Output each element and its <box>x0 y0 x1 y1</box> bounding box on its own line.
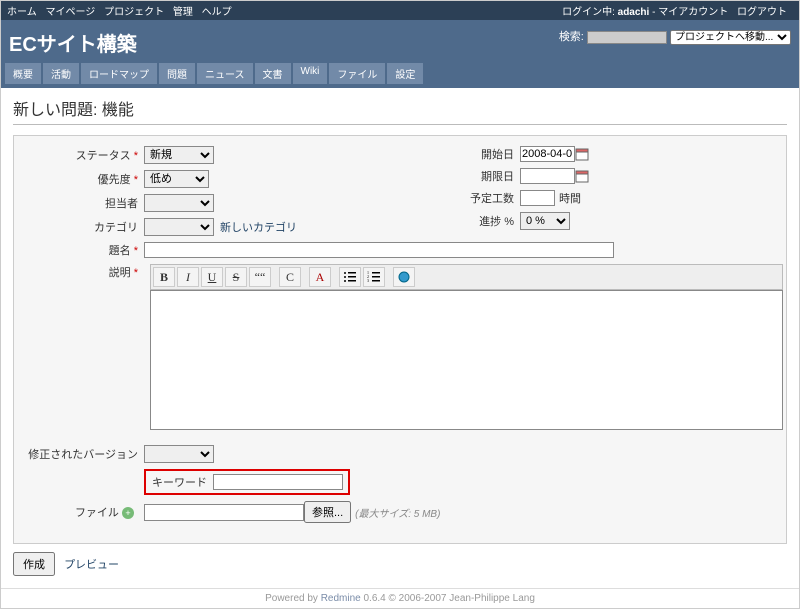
bold-button[interactable]: B <box>153 267 175 287</box>
hours-suffix: 時間 <box>559 190 581 206</box>
new-category-link[interactable]: 新しいカテゴリ <box>220 219 297 235</box>
assignee-label: 担当者 <box>24 195 144 211</box>
nav-myaccount[interactable]: マイアカウント <box>658 7 728 18</box>
code-button[interactable]: C <box>279 267 301 287</box>
status-label: ステータス * <box>24 147 144 163</box>
due-date-label: 期限日 <box>400 168 520 184</box>
keyword-highlight: キーワード <box>144 469 350 495</box>
nav-admin[interactable]: 管理 <box>173 7 193 18</box>
svg-text:3: 3 <box>367 278 369 283</box>
editor-toolbar: B I U S ““ C A 123 <box>150 264 783 290</box>
estimated-hours-label: 予定工数 <box>400 190 520 206</box>
priority-label: 優先度 * <box>24 171 144 187</box>
submit-button[interactable]: 作成 <box>13 552 55 576</box>
done-ratio-label: 進捗 % <box>400 213 520 229</box>
fixed-version-select[interactable] <box>144 445 214 463</box>
start-date-input[interactable] <box>520 146 575 162</box>
nav-home[interactable]: ホーム <box>7 7 37 18</box>
quote-button[interactable]: ““ <box>249 267 271 287</box>
fixed-version-label: 修正されたバージョン <box>24 446 144 462</box>
description-textarea[interactable] <box>150 290 783 430</box>
tab-files[interactable]: ファイル <box>329 63 385 84</box>
search-label: 検索: <box>559 31 584 43</box>
nav-mypage[interactable]: マイページ <box>45 7 95 18</box>
redmine-link[interactable]: Redmine <box>321 593 361 604</box>
login-prefix: ログイン中: <box>562 7 615 18</box>
status-select[interactable]: 新規 <box>144 146 214 164</box>
search-input[interactable] <box>587 31 667 44</box>
tab-wiki[interactable]: Wiki <box>293 63 328 84</box>
keyword-label: キーワード <box>151 474 213 490</box>
add-file-icon[interactable]: + <box>122 507 134 519</box>
calendar-icon[interactable] <box>575 147 589 161</box>
header: ECサイト構築 検索: プロジェクトへ移動... <box>1 20 799 63</box>
tab-issues[interactable]: 問題 <box>159 63 195 84</box>
ul-button[interactable] <box>339 267 361 287</box>
priority-select[interactable]: 低め <box>144 170 209 188</box>
page-heading: 新しい問題: 機能 <box>13 96 787 125</box>
nav-help[interactable]: ヘルプ <box>202 7 232 18</box>
file-size-hint: (最大サイズ: 5 MB) <box>355 505 440 520</box>
start-date-label: 開始日 <box>400 146 520 162</box>
file-label: ファイル + <box>24 504 144 520</box>
nav-projects[interactable]: プロジェクト <box>104 7 164 18</box>
calendar-icon[interactable] <box>575 169 589 183</box>
issue-form-box: ステータス * 新規 優先度 * 低め 担当者 カテゴリ 新しいカテゴリ <box>13 135 787 544</box>
due-date-input[interactable] <box>520 168 575 184</box>
top-menu: ホーム マイページ プロジェクト 管理 ヘルプ ログイン中: adachi - … <box>1 1 799 20</box>
tab-activity[interactable]: 活動 <box>43 63 79 84</box>
file-path-input[interactable] <box>144 504 304 521</box>
italic-button[interactable]: I <box>177 267 199 287</box>
assignee-select[interactable] <box>144 194 214 212</box>
browse-button[interactable]: 参照... <box>304 501 351 523</box>
login-user: adachi <box>618 7 650 18</box>
subject-label: 題名 * <box>24 242 144 258</box>
category-label: カテゴリ <box>24 219 144 235</box>
project-jump-select[interactable]: プロジェクトへ移動... <box>670 30 791 45</box>
link-button[interactable] <box>393 267 415 287</box>
footer: Powered by Redmine 0.6.4 © 2006-2007 Jea… <box>1 588 799 608</box>
keyword-input[interactable] <box>213 474 343 490</box>
tab-news[interactable]: ニュース <box>197 63 253 84</box>
tab-roadmap[interactable]: ロードマップ <box>81 63 157 84</box>
color-button[interactable]: A <box>309 267 331 287</box>
done-ratio-select[interactable]: 0 % <box>520 212 570 230</box>
tab-settings[interactable]: 設定 <box>387 63 423 84</box>
nav-logout[interactable]: ログアウト <box>737 7 787 18</box>
strike-button[interactable]: S <box>225 267 247 287</box>
estimated-hours-input[interactable] <box>520 190 555 206</box>
subject-input[interactable] <box>144 242 614 258</box>
ol-button[interactable]: 123 <box>363 267 385 287</box>
category-select[interactable] <box>144 218 214 236</box>
tab-documents[interactable]: 文書 <box>255 63 291 84</box>
underline-button[interactable]: U <box>201 267 223 287</box>
description-label: 説明 * <box>24 264 144 280</box>
project-title: ECサイト構築 <box>9 24 137 63</box>
preview-link[interactable]: プレビュー <box>64 559 119 571</box>
main-menu: 概要 活動 ロードマップ 問題 ニュース 文書 Wiki ファイル 設定 <box>1 63 799 88</box>
tab-overview[interactable]: 概要 <box>5 63 41 84</box>
